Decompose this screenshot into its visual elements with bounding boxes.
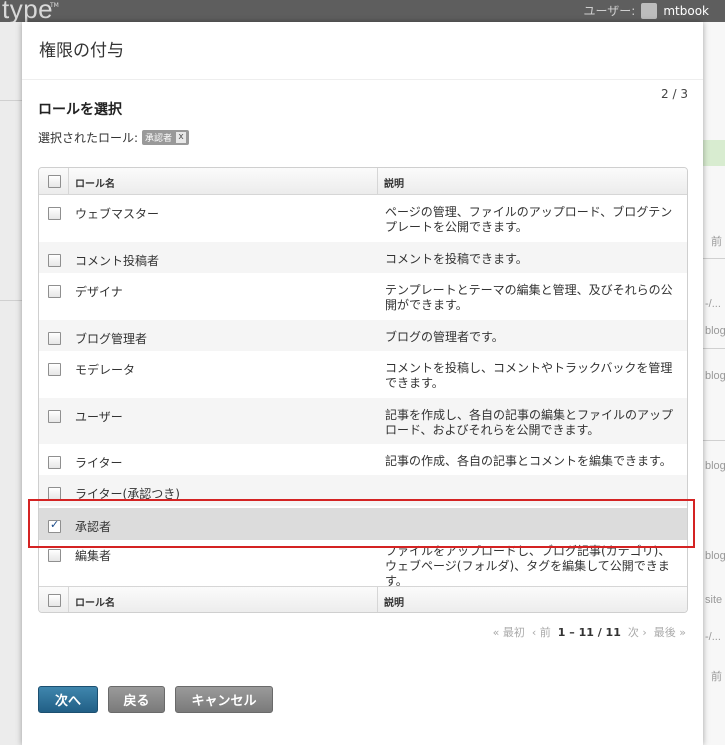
select-all-checkbox-footer[interactable] [48, 594, 61, 607]
background-text: 前 [711, 236, 722, 248]
cancel-button[interactable]: キャンセル [175, 686, 273, 713]
role-name: コメント投稿者 [75, 254, 160, 268]
role-description: 記事の作成、各自の記事とコメントを編集できます。 [385, 454, 672, 468]
select-all-checkbox[interactable] [48, 175, 61, 188]
background-text: blog [705, 550, 725, 562]
table-row[interactable]: ウェブマスター ページの管理、ファイルのアップロード、ブログテンプレートを公開で… [39, 195, 687, 242]
role-description: テンプレートとテーマの編集と管理、及びそれらの公開ができます。 [385, 283, 673, 312]
background-divider [703, 348, 725, 349]
pager-prev[interactable]: ‹ 前 [532, 624, 551, 640]
selected-roles: 選択されたロール: 承認者 x [38, 129, 190, 146]
background-text: blog [705, 370, 725, 382]
footer-column-description: 説明 [384, 598, 404, 609]
background-text: blog [705, 325, 725, 337]
table-row[interactable]: モデレータ コメントを投稿し、コメントやトラックバックを管理できます。 [39, 351, 687, 398]
table-row[interactable]: コメント投稿者 コメントを投稿できます。 [39, 242, 687, 273]
column-header-description: 説明 [384, 179, 404, 190]
table-header: ロール名 説明 [39, 168, 687, 195]
role-description: コメントを投稿できます。 [385, 252, 528, 266]
header-desc-cell: 説明 [378, 168, 687, 194]
background-divider [0, 300, 22, 301]
row-checkbox[interactable] [48, 410, 61, 423]
role-name: モデレータ [75, 363, 136, 377]
title-divider [22, 79, 703, 80]
header-name-cell[interactable]: ロール名 [69, 168, 378, 194]
pager-range: 1 – 11 / 11 [557, 625, 621, 639]
remove-chip-button[interactable]: x [176, 132, 187, 143]
pager-next[interactable]: 次 › [628, 624, 647, 640]
role-name: ウェブマスター [75, 207, 160, 221]
role-description: ファイルをアップロードし、ブログ記事(カテゴリ)、ウェブページ(フォルダ)、タグ… [385, 544, 671, 588]
column-header-role-name: ロール名 [75, 179, 115, 190]
selected-role-chip: 承認者 x [142, 130, 190, 145]
background-divider [0, 100, 22, 101]
next-button[interactable]: 次へ [38, 686, 98, 713]
row-checkbox[interactable] [48, 254, 61, 267]
highlight-box [28, 499, 695, 548]
dialog-title: 権限の付与 [39, 41, 124, 61]
footer-check-cell [39, 587, 69, 612]
selected-roles-label: 選択されたロール: [38, 131, 139, 145]
user-menu[interactable]: ユーザー: mtbook [584, 2, 709, 19]
pagination: « 最初 ‹ 前 1 – 11 / 11 次 › 最後 » [493, 624, 686, 640]
background-text: site [705, 594, 723, 606]
row-checkbox[interactable] [48, 456, 61, 469]
user-label: ユーザー: [583, 4, 636, 18]
row-checkbox[interactable] [48, 363, 61, 376]
table-footer: ロール名 説明 [39, 586, 687, 612]
table-row[interactable]: ライター 記事の作成、各自の記事とコメントを編集できます。 [39, 444, 687, 475]
role-name: ライター [75, 456, 123, 470]
role-description: ページの管理、ファイルのアップロード、ブログテンプレートを公開できます。 [385, 205, 673, 234]
avatar [641, 2, 658, 19]
background-text: blog [705, 460, 725, 472]
pager-first[interactable]: « 最初 [493, 624, 525, 640]
section-title: ロールを選択 [38, 102, 122, 118]
background-status-bar [703, 140, 725, 166]
header-check-cell [39, 168, 69, 194]
table-row[interactable]: デザイナ テンプレートとテーマの編集と管理、及びそれらの公開ができます。 [39, 273, 687, 320]
footer-desc-cell: 説明 [378, 587, 687, 612]
role-name: デザイナ [75, 285, 123, 299]
background-divider [703, 258, 725, 259]
role-name: 編集者 [75, 549, 112, 563]
row-checkbox[interactable] [48, 285, 61, 298]
background-divider [703, 440, 725, 441]
back-button[interactable]: 戻る [108, 686, 165, 713]
role-name: ユーザー [75, 410, 123, 424]
role-description: コメントを投稿し、コメントやトラックバックを管理できます。 [385, 361, 673, 390]
background-text: 前 [711, 671, 722, 683]
row-checkbox[interactable] [48, 332, 61, 345]
table-row[interactable]: ブログ管理者 ブログの管理者です。 [39, 320, 687, 351]
selected-role-chip-label: 承認者 [145, 134, 173, 144]
table-row[interactable]: ユーザー 記事を作成し、各自の記事の編集とファイルのアップロード、およびそれらを… [39, 398, 687, 444]
grant-permission-dialog: 権限の付与 2 / 3 ロールを選択 選択されたロール: 承認者 x ロール名 … [22, 22, 703, 745]
step-indicator: 2 / 3 [661, 87, 688, 101]
background-text: -/... [705, 298, 721, 310]
role-name: ブログ管理者 [75, 332, 148, 346]
role-description: 記事を作成し、各自の記事の編集とファイルのアップロード、およびそれらを公開できま… [385, 408, 674, 437]
trademark-mark: TM [50, 2, 59, 9]
background-text: -/... [705, 631, 721, 643]
role-description: ブログの管理者です。 [385, 330, 504, 344]
user-name[interactable]: mtbook [663, 4, 709, 18]
footer-column-role-name: ロール名 [75, 598, 115, 609]
row-checkbox[interactable] [48, 207, 61, 220]
footer-name-cell[interactable]: ロール名 [69, 587, 378, 612]
background-page-left [0, 22, 22, 745]
pager-last[interactable]: 最後 » [654, 624, 686, 640]
app-topbar: type TM ユーザー: mtbook [0, 0, 725, 24]
row-checkbox[interactable] [48, 549, 61, 562]
